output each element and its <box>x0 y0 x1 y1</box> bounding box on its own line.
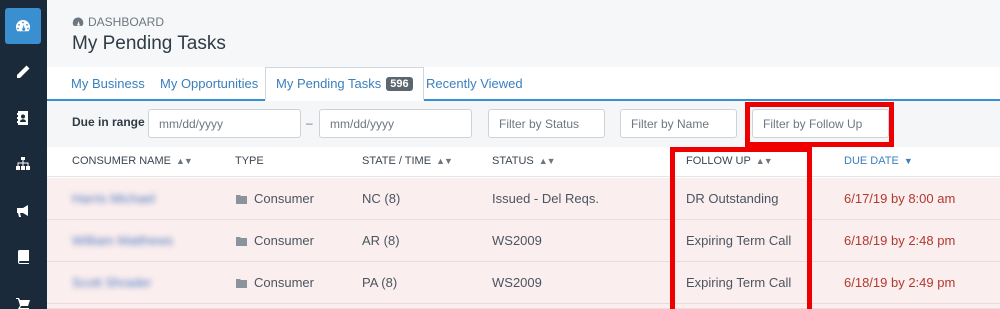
folder-icon <box>236 276 248 291</box>
type-cell: Consumer <box>236 191 314 207</box>
column-type: TYPE <box>235 155 264 167</box>
status-filter-input[interactable]: Filter by Status <box>488 109 605 138</box>
sidebar-edit[interactable] <box>5 54 41 90</box>
due-date-cell: 6/17/19 by 8:00 am <box>844 191 956 206</box>
sidebar-hierarchy[interactable] <box>5 146 41 182</box>
due-date-cell: 6/18/19 by 2:49 pm <box>844 275 956 290</box>
filter-bar: Due in range mm/dd/yyyy – mm/dd/yyyy Fil… <box>47 101 1000 147</box>
column-due-date[interactable]: DUE DATE ▼ <box>844 155 913 167</box>
page-title: My Pending Tasks <box>72 33 226 54</box>
follow-up-cell: Expiring Term Call <box>686 275 792 290</box>
type-cell: Consumer <box>236 275 314 291</box>
table-row[interactable]: Scott Shrader Consumer PA (8) WS2009 Exp… <box>47 262 1000 304</box>
folder-icon <box>236 192 248 207</box>
sidebar-contacts[interactable] <box>5 100 41 136</box>
type-cell: Consumer <box>236 233 314 249</box>
status-cell: WS2009 <box>492 275 542 290</box>
breadcrumb-label: DASHBOARD <box>88 15 165 29</box>
breadcrumb[interactable]: DASHBOARD <box>72 15 164 29</box>
table-row-partial <box>47 304 1000 309</box>
tab-label: My Pending Tasks <box>276 76 382 91</box>
status-cell: Issued - Del Reqs. <box>492 191 599 206</box>
tab-my-pending-tasks[interactable]: My Pending Tasks 596 <box>265 67 424 101</box>
type-label: Consumer <box>254 191 314 206</box>
sidebar-dashboard[interactable] <box>5 8 41 44</box>
column-consumer-name[interactable]: CONSUMER NAME ▲▼ <box>72 155 193 167</box>
sitemap-icon <box>16 157 30 170</box>
column-status[interactable]: STATUS ▲▼ <box>492 155 556 167</box>
due-date-cell: 6/18/19 by 2:48 pm <box>844 233 956 248</box>
type-label: Consumer <box>254 275 314 290</box>
dashboard-icon <box>16 20 30 32</box>
name-filter-input[interactable]: Filter by Name <box>620 109 737 138</box>
state-time-cell: PA (8) <box>362 275 398 290</box>
range-separator: – <box>306 116 313 130</box>
book-icon <box>17 250 29 264</box>
contact-card-icon <box>17 111 28 125</box>
type-label: Consumer <box>254 233 314 248</box>
column-label: STATUS <box>492 155 534 167</box>
follow-up-cell: DR Outstanding <box>686 191 779 206</box>
table-row[interactable]: Harris Michael Consumer NC (8) Issued - … <box>47 178 1000 220</box>
column-label: TYPE <box>235 155 264 167</box>
sidebar <box>0 0 47 309</box>
consumer-name-link[interactable]: William Matthews <box>72 233 173 248</box>
table-row[interactable]: William Matthews Consumer AR (8) WS2009 … <box>47 220 1000 262</box>
column-label: STATE / TIME <box>362 155 432 167</box>
pencil-icon <box>17 65 30 79</box>
due-range-label: Due in range <box>72 115 145 129</box>
sort-icon: ▲▼ <box>538 156 556 166</box>
column-follow-up[interactable]: FOLLOW UP ▲▼ <box>686 155 773 167</box>
sidebar-campaigns[interactable] <box>5 193 41 229</box>
tab-my-opportunities[interactable]: My Opportunities <box>160 67 258 100</box>
state-time-cell: NC (8) <box>362 191 401 206</box>
state-time-cell: AR (8) <box>362 233 400 248</box>
column-label: CONSUMER NAME <box>72 155 172 167</box>
sort-desc-icon: ▼ <box>903 156 913 166</box>
pending-count-badge: 596 <box>386 76 413 91</box>
tab-my-business[interactable]: My Business <box>71 67 145 100</box>
bullhorn-icon <box>17 205 28 217</box>
table-header: CONSUMER NAME ▲▼ TYPE STATE / TIME ▲▼ ST… <box>47 147 1000 177</box>
column-label: DUE DATE <box>844 155 899 167</box>
page-header: DASHBOARD My Pending Tasks <box>47 0 1000 67</box>
date-to-input[interactable]: mm/dd/yyyy <box>319 109 472 138</box>
sort-icon: ▲▼ <box>755 156 773 166</box>
consumer-name-link[interactable]: Scott Shrader <box>72 275 152 290</box>
sidebar-cart[interactable] <box>5 287 41 309</box>
sort-icon: ▲▼ <box>436 156 453 166</box>
tab-bar: My Business My Opportunities My Pending … <box>47 67 1000 101</box>
dashboard-icon <box>72 17 84 26</box>
consumer-name-link[interactable]: Harris Michael <box>72 191 155 206</box>
tab-recently-viewed[interactable]: Recently Viewed <box>426 67 523 100</box>
cart-icon <box>16 298 30 309</box>
status-cell: WS2009 <box>492 233 542 248</box>
sidebar-library[interactable] <box>5 239 41 275</box>
folder-icon <box>236 234 248 249</box>
column-state-time[interactable]: STATE / TIME ▲▼ <box>362 155 453 167</box>
sort-icon: ▲▼ <box>176 156 193 166</box>
column-label: FOLLOW UP <box>686 155 751 167</box>
follow-up-filter-input[interactable]: Filter by Follow Up <box>752 109 889 138</box>
follow-up-cell: Expiring Term Call <box>686 233 792 248</box>
date-from-input[interactable]: mm/dd/yyyy <box>148 109 301 138</box>
